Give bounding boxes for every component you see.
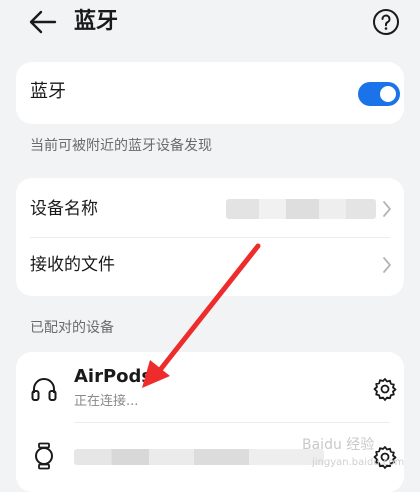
- device-status: 正在连接...: [74, 394, 139, 409]
- gear-icon[interactable]: [372, 376, 398, 402]
- device-name: AirPods: [74, 366, 153, 387]
- bluetooth-switch[interactable]: [358, 82, 400, 106]
- bluetooth-label: 蓝牙: [30, 81, 66, 102]
- discoverable-hint: 当前可被附近的蓝牙设备发现: [30, 138, 212, 154]
- device-name-value-blurred: [226, 199, 376, 219]
- headphones-icon: [31, 378, 57, 401]
- device-name-label: 设备名称: [30, 199, 98, 219]
- paired-devices-card: AirPods 正在连接...: [16, 352, 404, 492]
- received-files-label: 接收的文件: [30, 255, 115, 275]
- chevron-right-icon: [383, 257, 391, 273]
- paired-device-row-airpods[interactable]: AirPods 正在连接...: [16, 352, 404, 422]
- watermark-text: Baidu 经验: [302, 437, 375, 453]
- received-files-row[interactable]: 接收的文件: [16, 236, 404, 294]
- device-name-blurred: [74, 449, 324, 465]
- top-bar: 蓝牙: [0, 0, 420, 44]
- bluetooth-toggle-card: 蓝牙: [16, 62, 404, 124]
- watermark-subtext: jingyan.baidu.com: [312, 457, 405, 468]
- device-name-row[interactable]: 设备名称: [16, 180, 404, 238]
- switch-knob: [380, 86, 396, 102]
- help-icon[interactable]: [372, 8, 400, 36]
- back-arrow-icon[interactable]: [28, 9, 58, 35]
- paired-devices-heading: 已配对的设备: [30, 320, 114, 336]
- watch-icon: [35, 442, 53, 470]
- chevron-right-icon: [383, 201, 391, 217]
- bluetooth-settings-card: 设备名称 接收的文件: [16, 178, 404, 296]
- page-title: 蓝牙: [74, 9, 119, 34]
